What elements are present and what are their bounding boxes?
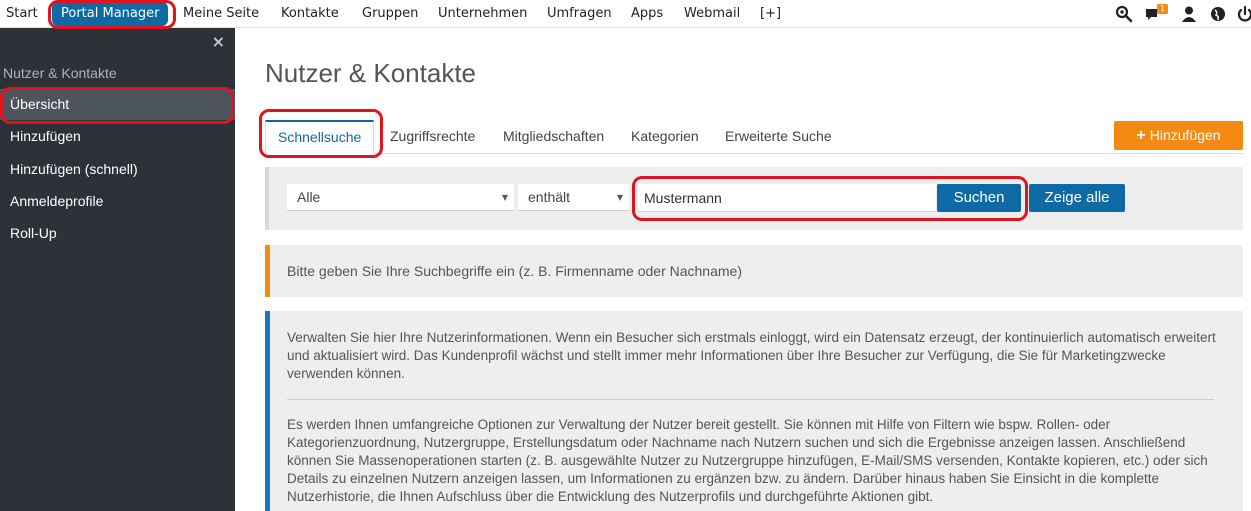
notification-badge: 1: [1157, 4, 1169, 14]
tab-erweiterte-suche[interactable]: Erweiterte Suche: [725, 120, 832, 154]
operator-select[interactable]: enthält ▾: [518, 184, 629, 211]
search-hint: Bitte geben Sie Ihre Suchbegriffe ein (z…: [265, 245, 1243, 297]
chevron-down-icon: ▾: [501, 190, 508, 204]
info-divider: [287, 399, 1214, 400]
show-all-button[interactable]: Zeige alle: [1029, 184, 1125, 212]
search-input[interactable]: [638, 184, 936, 212]
info-paragraph-2: Es werden Ihnen umfangreiche Optionen zu…: [287, 417, 1208, 504]
sidebar-item-hinzufuegen[interactable]: Hinzufügen: [0, 121, 235, 152]
power-icon[interactable]: [1236, 5, 1251, 23]
nav-apps[interactable]: Apps: [631, 0, 663, 28]
sidebar-item-uebersicht[interactable]: Übersicht: [0, 89, 235, 120]
plus-icon: +: [1136, 127, 1146, 144]
globe-icon[interactable]: [1209, 5, 1227, 23]
sidebar-item-hinzufuegen-schnell[interactable]: Hinzufügen (schnell): [0, 154, 235, 185]
tab-mitgliedschaften[interactable]: Mitgliedschaften: [503, 120, 604, 154]
sidebar-item-roll-up[interactable]: Roll-Up: [0, 218, 235, 249]
page-title: Nutzer & Kontakte: [265, 58, 476, 88]
sidebar-item-anmeldeprofile[interactable]: Anmeldeprofile: [0, 186, 235, 217]
nav-webmail[interactable]: Webmail: [684, 0, 740, 28]
nav-meine-seite[interactable]: Meine Seite: [183, 0, 259, 28]
sidebar: × Nutzer & Kontakte Übersicht Hinzufügen…: [0, 28, 235, 511]
tab-zugriffsrechte[interactable]: Zugriffsrechte: [390, 120, 475, 154]
nav-gruppen[interactable]: Gruppen: [362, 0, 418, 28]
add-user-button[interactable]: + Hinzufügen: [1114, 121, 1243, 150]
sidebar-section-title: Nutzer & Kontakte: [3, 65, 117, 81]
nav-start[interactable]: Start: [6, 0, 38, 28]
close-icon[interactable]: ×: [212, 32, 225, 51]
user-icon[interactable]: [1180, 5, 1198, 23]
info-box: Verwalten Sie hier Ihre Nutzerinformatio…: [265, 311, 1243, 511]
chevron-down-icon: ▾: [616, 190, 623, 204]
field-select[interactable]: Alle ▾: [287, 184, 514, 211]
operator-select-value: enthält: [528, 189, 571, 205]
nav-umfragen[interactable]: Umfragen: [547, 0, 612, 28]
nav-kontakte[interactable]: Kontakte: [281, 0, 339, 28]
nav-portal-manager[interactable]: Portal Manager: [52, 2, 169, 26]
search-panel: Alle ▾ enthält ▾ Suchen Zeige alle: [265, 167, 1243, 230]
field-select-value: Alle: [297, 189, 321, 205]
nav-unternehmen[interactable]: Unternehmen: [438, 0, 527, 28]
top-navigation: Start Portal Manager Meine Seite Kontakt…: [0, 0, 1251, 28]
add-button-label: Hinzufügen: [1149, 127, 1221, 143]
tab-schnellsuche[interactable]: Schnellsuche: [265, 120, 375, 154]
search-button[interactable]: Suchen: [937, 184, 1021, 212]
info-paragraph-1: Verwalten Sie hier Ihre Nutzerinformatio…: [287, 330, 1216, 381]
nav-add-more[interactable]: [+]: [760, 0, 781, 28]
tab-kategorien[interactable]: Kategorien: [631, 120, 699, 154]
search-icon[interactable]: [1115, 5, 1133, 23]
